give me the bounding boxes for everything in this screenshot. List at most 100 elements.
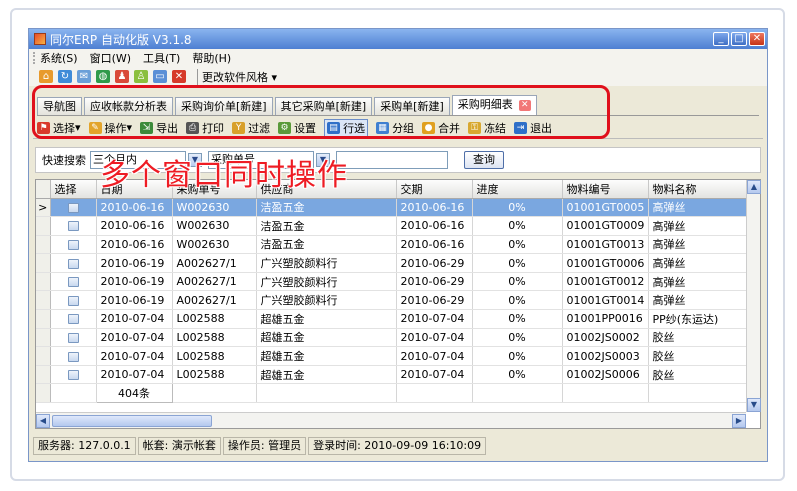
maximize-button[interactable]: □: [731, 32, 747, 46]
row-indicator[interactable]: [36, 235, 51, 255]
cell-material-code: 01002JS0003: [562, 346, 649, 366]
menu-help[interactable]: 帮助(H): [192, 50, 231, 66]
horizontal-scroll-thumb[interactable]: [52, 414, 212, 427]
tab-purchase-detail[interactable]: 采购明细表 ✕: [451, 95, 537, 115]
operate-button[interactable]: ✎ 操作 ▾: [88, 120, 132, 136]
column-header-material-code[interactable]: 物料编号: [562, 180, 649, 199]
row-indicator[interactable]: [36, 309, 51, 329]
row-checkbox[interactable]: [67, 239, 79, 250]
tab-other-purchase-order[interactable]: 其它采购单[新建]: [274, 97, 373, 115]
tab-receivables-analysis[interactable]: 应收帐款分析表: [84, 97, 173, 115]
globe-icon[interactable]: ◍: [96, 70, 110, 83]
merge-button[interactable]: ● 合并: [422, 120, 460, 136]
row-indicator[interactable]: [36, 216, 51, 236]
export-button[interactable]: ⇲ 导出: [140, 120, 178, 136]
scroll-up-icon[interactable]: ▲: [747, 180, 761, 194]
column-header-select[interactable]: 选择: [50, 180, 97, 199]
table-row[interactable]: 2010-07-04 L002588 超雄五金 2010-07-04 0% 01002JS…: [36, 328, 760, 348]
row-indicator[interactable]: [36, 272, 51, 292]
cell-select: [50, 346, 97, 366]
cell-supplier: 洁盈五金: [256, 198, 397, 218]
table-row[interactable]: 2010-07-04 L002588 超雄五金 2010-07-04 0% 01002JS…: [36, 346, 760, 366]
title-bar[interactable]: 同尔ERP 自动化版 V3.1.8 _ □ ✕: [29, 29, 767, 49]
query-button[interactable]: 查询: [464, 151, 504, 169]
scroll-right-icon[interactable]: ▶: [732, 413, 746, 428]
table-row[interactable]: 2010-07-04 L002588 超雄五金 2010-07-04 0% 01002JS…: [36, 365, 760, 385]
table-row[interactable]: 2010-07-04 L002588 超雄五金 2010-07-04 0% 01001PP…: [36, 309, 760, 329]
settings-label: 设置: [294, 121, 317, 135]
row-indicator[interactable]: [36, 346, 51, 366]
vertical-scrollbar[interactable]: ▲ ▼: [746, 180, 761, 412]
print-button[interactable]: ⎙ 打印: [186, 120, 224, 136]
row-indicator[interactable]: [36, 290, 51, 311]
scroll-down-icon[interactable]: ▼: [747, 398, 761, 412]
cell-material-name: 高弹丝: [648, 235, 760, 255]
cell-material-code: 01001GT0014: [562, 290, 649, 311]
cell-supplier: 超雄五金: [256, 309, 397, 329]
home-icon[interactable]: ⌂: [39, 70, 53, 83]
row-checkbox[interactable]: [67, 277, 79, 288]
horizontal-scrollbar[interactable]: ◀ ▶: [36, 412, 746, 428]
menu-tools[interactable]: 工具(T): [143, 50, 180, 66]
filter-button[interactable]: Y 过滤: [232, 120, 270, 136]
close-button[interactable]: ✕: [749, 32, 765, 46]
row-select-button[interactable]: ▤ 行选: [324, 118, 369, 137]
monitor-icon[interactable]: ▭: [153, 70, 167, 83]
row-checkbox[interactable]: [67, 202, 79, 213]
row-indicator[interactable]: >: [36, 198, 51, 218]
row-checkbox[interactable]: [67, 351, 79, 362]
row-indicator[interactable]: [36, 328, 51, 348]
row-checkbox[interactable]: [67, 370, 79, 381]
scroll-left-icon[interactable]: ◀: [36, 413, 50, 428]
table-row[interactable]: >2010-06-16 W002630 洁盈五金 2010-06-16 0% 01001G…: [36, 198, 760, 218]
person-icon[interactable]: ♙: [134, 70, 148, 83]
cell-supplier: 广兴塑胶颜料行: [256, 290, 397, 311]
freeze-button[interactable]: ⚿ 冻结: [468, 120, 506, 136]
menu-window[interactable]: 窗口(W): [90, 50, 131, 66]
row-checkbox[interactable]: [67, 314, 79, 325]
mail-icon[interactable]: ✉: [77, 70, 91, 83]
status-operator: 操作员: 管理员: [222, 437, 307, 455]
grid-toolbar: ⚑ 选择 ▾ ✎ 操作 ▾ ⇲ 导出 ⎙ 打印 Y 过滤 ⚙ 设置 ▤ 行选 ▦ 分组 ● 合并 ⚿ 冻…: [33, 117, 763, 139]
stop-icon[interactable]: ✕: [172, 70, 186, 83]
tab-close-icon[interactable]: ✕: [518, 99, 531, 111]
group-button[interactable]: ▦ 分组: [376, 120, 414, 136]
export-label: 导出: [156, 121, 179, 135]
row-checkbox[interactable]: [67, 295, 79, 306]
cell-material-code: 01001GT0013: [562, 235, 649, 255]
exit-button[interactable]: ⇥ 退出: [514, 120, 552, 136]
cell-select: [50, 216, 97, 236]
column-header-delivery[interactable]: 交期: [396, 180, 473, 199]
operate-icon: ✎: [88, 121, 102, 134]
row-checkbox[interactable]: [67, 332, 79, 343]
tab-navigation[interactable]: 导航图: [37, 97, 82, 115]
row-checkbox[interactable]: [67, 258, 79, 269]
cell-order-no: L002588: [172, 328, 257, 348]
column-header-material-name[interactable]: 物料名称: [648, 180, 760, 199]
cell-material-name: 胶丝: [648, 346, 760, 366]
cell-order-no: A002627/1: [172, 290, 257, 311]
settings-button[interactable]: ⚙ 设置: [278, 120, 316, 136]
table-row[interactable]: 2010-06-19 A002627/1 广兴塑胶颜料行 2010-06-29 0% 01…: [36, 290, 760, 311]
row-indicator[interactable]: [36, 365, 51, 385]
menu-system[interactable]: 系统(S): [40, 50, 78, 66]
select-button[interactable]: ⚑ 选择 ▾: [37, 120, 81, 136]
table-row[interactable]: 2010-06-19 A002627/1 广兴塑胶颜料行 2010-06-29 0% 01…: [36, 253, 760, 273]
refresh-icon[interactable]: ↻: [58, 70, 72, 83]
users-icon[interactable]: ♟: [115, 70, 129, 83]
row-indicator-header: [36, 180, 51, 199]
column-header-progress[interactable]: 进度: [472, 180, 563, 199]
search-input[interactable]: [336, 151, 448, 169]
table-row[interactable]: 2010-06-19 A002627/1 广兴塑胶颜料行 2010-06-29 0% 01…: [36, 272, 760, 292]
change-style-dropdown[interactable]: 更改软件风格 ▾: [197, 68, 281, 85]
cell-material-name: 高弹丝: [648, 272, 760, 292]
footer-cell: [472, 383, 563, 404]
operate-label: 操作: [104, 121, 127, 135]
table-row[interactable]: 2010-06-16 W002630 洁盈五金 2010-06-16 0% 01001GT…: [36, 216, 760, 236]
row-checkbox[interactable]: [67, 221, 79, 232]
tab-purchase-inquiry[interactable]: 采购询价单[新建]: [175, 97, 273, 115]
row-indicator[interactable]: [36, 253, 51, 273]
minimize-button[interactable]: _: [713, 32, 729, 46]
table-row[interactable]: 2010-06-16 W002630 洁盈五金 2010-06-16 0% 01001GT…: [36, 235, 760, 255]
tab-purchase-order[interactable]: 采购单[新建]: [374, 97, 450, 115]
